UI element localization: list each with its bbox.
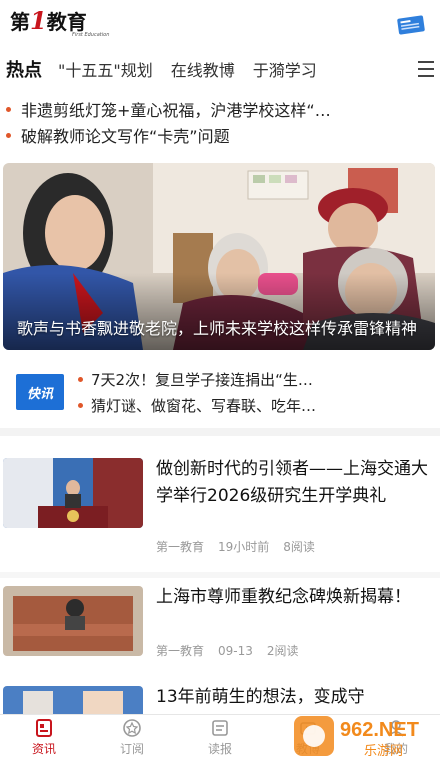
article-source: 第一教育 bbox=[156, 540, 205, 554]
article-title: 上海市尊师重教纪念碑焕新揭幕！ bbox=[156, 587, 411, 607]
tab-hot[interactable]: 热点 bbox=[6, 56, 42, 82]
article-title: 做创新时代的引领者——上海交通大学举行2026级研究生开学典礼 bbox=[156, 459, 428, 506]
hero-card[interactable]: 歌声与书香飘进敬老院，上师未来学校这样传承雷锋精神 bbox=[3, 163, 435, 350]
logo-tagline: First Education bbox=[72, 32, 110, 38]
article-reads: 8阅读 bbox=[283, 540, 315, 554]
app-header: 第1教育 First Education bbox=[0, 0, 440, 52]
flash-news: 快讯 7天2次！复旦学子接连捐出“生… 猜灯谜、做窗花、写春联、吃年… bbox=[0, 358, 440, 424]
bullet-dot-icon bbox=[6, 106, 11, 112]
nav-newspaper[interactable]: 读报 bbox=[176, 715, 264, 760]
article-reads: 2阅读 bbox=[266, 644, 299, 658]
flash-news-item[interactable]: 7天2次！复旦学子接连捐出“生… bbox=[78, 366, 428, 392]
tab-15th-plan[interactable]: "十五五"规划 bbox=[58, 57, 153, 81]
headline-item[interactable]: 非遗剪纸灯笼+童心祝福，沪港学校这样“… bbox=[0, 96, 440, 122]
article-row[interactable]: 做创新时代的引领者——上海交通大学举行2026级研究生开学典礼 第一教育 19小时… bbox=[0, 440, 440, 572]
nav-label: 资讯 bbox=[31, 742, 56, 756]
article-title: 13年前萌生的想法，变成守 bbox=[156, 687, 365, 707]
flash-news-logo: 快讯 bbox=[16, 374, 64, 410]
nav-news[interactable]: 资讯 bbox=[0, 715, 88, 760]
watermark-domain: 962.NET bbox=[340, 719, 419, 741]
flash-news-item[interactable]: 猜灯谜、做窗花、写春联、吃年… bbox=[78, 392, 428, 418]
newspaper-icon bbox=[212, 720, 228, 736]
nav-label: 读报 bbox=[207, 742, 232, 756]
section-divider bbox=[0, 428, 440, 436]
article-time: 19小时前 bbox=[218, 540, 270, 554]
logo-text: 第1教育 bbox=[10, 6, 87, 35]
flash-news-list: 7天2次！复旦学子接连捐出“生… 猜灯谜、做窗花、写春联、吃年… bbox=[78, 366, 428, 418]
hero-caption: 歌声与书香飘进敬老院，上师未来学校这样传承雷锋精神 bbox=[17, 319, 418, 338]
article-time: 09-13 bbox=[218, 644, 253, 658]
channel-menu-icon[interactable] bbox=[418, 61, 436, 77]
subscribe-icon bbox=[123, 719, 141, 737]
article-thumbnail bbox=[3, 458, 143, 528]
article-row[interactable]: 13年前萌生的想法，变成守 bbox=[0, 680, 440, 714]
e-paper-icon[interactable] bbox=[396, 14, 426, 36]
tab-yu-yi-study[interactable]: 于漪学习 bbox=[253, 57, 317, 81]
headline-item[interactable]: 破解教师论文写作“卡壳”问题 bbox=[0, 122, 440, 148]
news-icon bbox=[36, 719, 52, 737]
nav-label: 订阅 bbox=[119, 742, 144, 756]
article-meta: 第一教育 09-13 2阅读 bbox=[156, 642, 313, 659]
flash-news-text: 7天2次！复旦学子接连捐出“生… bbox=[91, 370, 313, 389]
article-thumbnail bbox=[3, 686, 143, 714]
headline-text: 破解教师论文写作“卡壳”问题 bbox=[21, 127, 230, 146]
tabs-fade bbox=[370, 52, 410, 86]
bullet-dot-icon bbox=[78, 376, 83, 382]
bullet-dot-icon bbox=[78, 402, 83, 408]
site-watermark: 962.NET 乐游网 bbox=[294, 716, 419, 759]
channel-tabs: 热点 "十五五"规划 在线教博 于漪学习 bbox=[0, 52, 440, 86]
bullet-dot-icon bbox=[6, 132, 11, 138]
flash-news-text: 猜灯谜、做窗花、写春联、吃年… bbox=[91, 396, 317, 415]
tab-online-expo[interactable]: 在线教博 bbox=[171, 57, 235, 81]
article-source: 第一教育 bbox=[156, 644, 205, 658]
article-thumbnail bbox=[3, 586, 143, 656]
article-meta: 第一教育 19小时前 8阅读 bbox=[156, 538, 329, 555]
nav-subscribe[interactable]: 订阅 bbox=[88, 715, 176, 760]
watermark-site-name: 乐游网 bbox=[364, 744, 403, 759]
article-row[interactable]: 上海市尊师重教纪念碑焕新揭幕！ 第一教育 09-13 2阅读 bbox=[0, 578, 440, 678]
app-logo: 第1教育 First Education bbox=[10, 6, 109, 39]
headline-text: 非遗剪纸灯笼+童心祝福，沪港学校这样“… bbox=[21, 101, 331, 120]
headline-list: 非遗剪纸灯笼+童心祝福，沪港学校这样“… 破解教师论文写作“卡壳”问题 bbox=[0, 96, 440, 148]
